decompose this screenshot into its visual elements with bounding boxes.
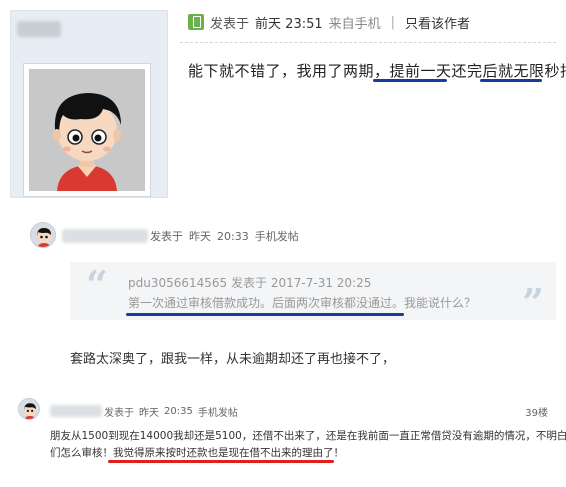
post-time: 前天 23:51 — [255, 16, 323, 32]
post-content: 套路太深奥了，跟我一样，从未逾期却还了再也接不了， — [70, 352, 396, 367]
post-meta: 发表于 昨天 20:33 手机发帖 — [62, 226, 299, 246]
post-source: 手机发帖 — [197, 407, 238, 419]
highlight-phrase: 我觉得原来按时还款也是现在借不出来的理由了！ — [113, 447, 344, 459]
post-content-line: 朋友从1500到现在14000我却还是5100，还借不出来了，还是在我前面一直正… — [50, 430, 566, 442]
author-name-blurred[interactable] — [62, 229, 148, 243]
separator: | — [390, 14, 396, 30]
post-day: 昨天 — [189, 230, 211, 243]
only-author-link[interactable]: 只看该作者 — [405, 13, 470, 32]
close-quote-icon: ” — [522, 280, 544, 325]
posted-label: 发表于 — [210, 16, 250, 32]
floor-number[interactable]: 39楼 — [525, 404, 548, 419]
avatar[interactable] — [18, 398, 40, 420]
author-name-blurred[interactable] — [17, 21, 61, 37]
quote-header: pdu3056614565 发表于 2017-7-31 20:25 — [128, 276, 372, 290]
annotation-underline — [373, 79, 447, 82]
post-source: 手机发帖 — [254, 230, 299, 243]
quote-text: 第一次通过审核借款成功。后面两次审核都没通过。我能说什么？ — [128, 296, 477, 310]
annotation-underline — [126, 313, 404, 316]
highlight-phrase: 提前一天还完 — [389, 62, 483, 80]
annotation-underline — [480, 79, 542, 82]
highlight-phrase: 无限秒拒 — [513, 62, 566, 80]
open-quote-icon: “ — [86, 262, 108, 307]
post-content: 能下就不错了，我用了两期，提前一天还完后就无限秒拒 — [188, 60, 566, 81]
post-source: 来自手机 — [328, 16, 381, 32]
post-day: 昨天 — [139, 407, 159, 419]
post-1-body: 发表于 前天 23:51 来自手机 | 只看该作者 能下就不错了，我用了两期，提… — [180, 10, 566, 80]
post-1: 发表于 前天 23:51 来自手机 | 只看该作者 能下就不错了，我用了两期，提… — [0, 0, 566, 200]
post-meta: 发表于 昨天 20:35 手机发帖 — [50, 402, 238, 420]
avatar[interactable] — [30, 222, 56, 248]
annotation-underline — [108, 460, 334, 463]
default-avatar-icon — [31, 223, 55, 247]
author-sidebar — [10, 10, 168, 198]
author-name-blurred[interactable] — [50, 405, 102, 417]
post-meta: 发表于 前天 23:51 来自手机 | 只看该作者 — [180, 10, 556, 34]
avatar[interactable] — [23, 63, 151, 197]
posted-label: 发表于 — [150, 230, 183, 243]
default-avatar-icon — [19, 399, 39, 419]
default-avatar-icon — [29, 69, 145, 191]
post-time: 20:33 — [217, 229, 249, 243]
divider — [180, 42, 556, 43]
posted-label: 发表于 — [104, 407, 134, 419]
quoted-post: “ pdu3056614565 发表于 2017-7-31 20:25 第一次通… — [70, 262, 556, 325]
post-content-line: 们怎么审核！我觉得原来按时还款也是现在借不出来的理由了！ — [50, 447, 344, 459]
mobile-phone-icon — [188, 14, 204, 30]
post-time: 20:35 — [164, 405, 193, 417]
